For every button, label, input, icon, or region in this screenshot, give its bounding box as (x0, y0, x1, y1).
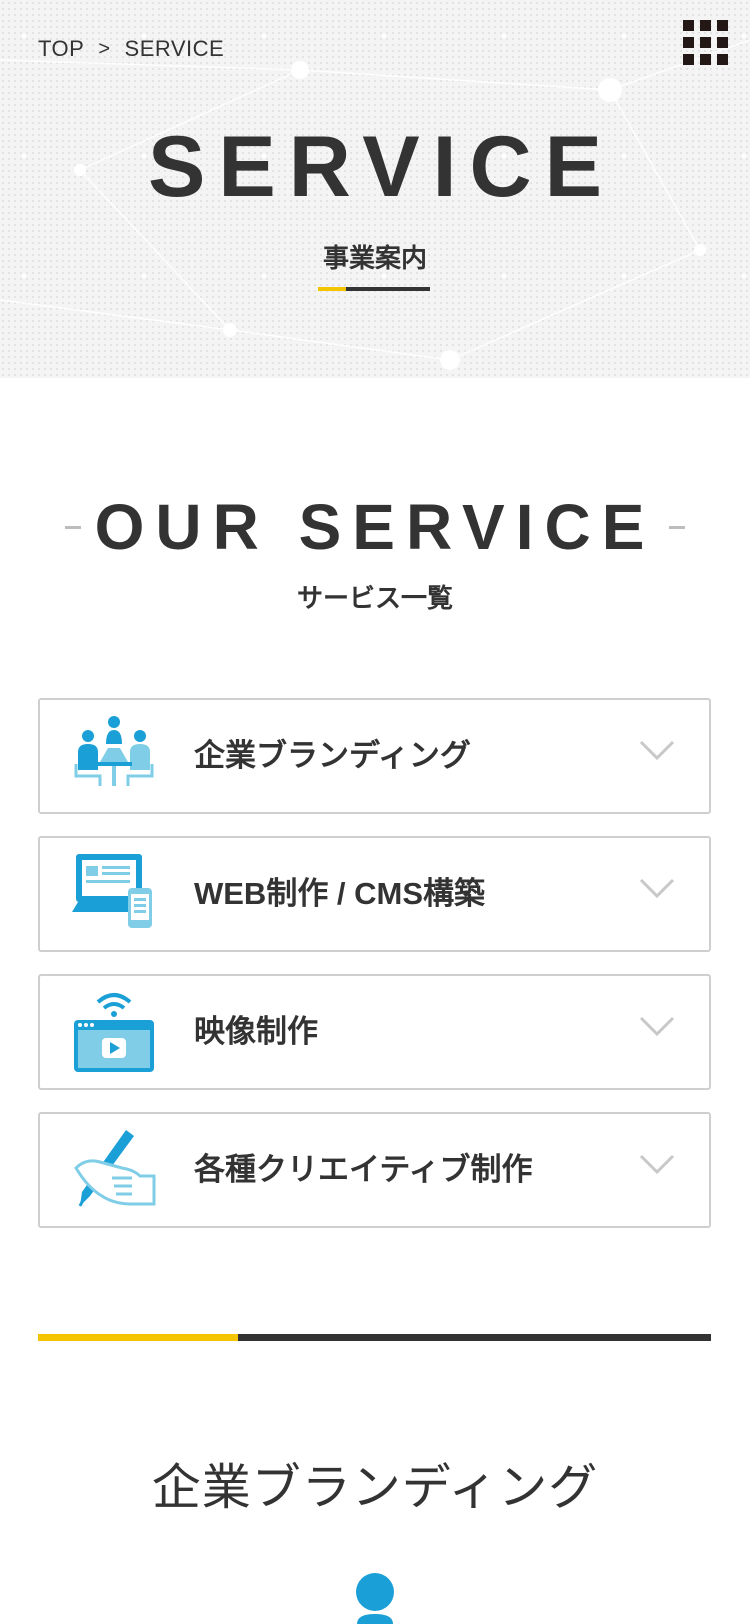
breadcrumb-separator: > (98, 37, 111, 60)
section-title: OUR SERVICE (94, 491, 656, 563)
breadcrumb-home-link[interactable]: TOP (38, 36, 84, 62)
service-label: 企業ブランディング (194, 738, 471, 773)
title-underline (318, 287, 430, 291)
service-item-web[interactable]: WEB制作 / CMS構築 (38, 836, 711, 952)
chevron-down-icon[interactable] (639, 1154, 675, 1176)
breadcrumb: TOP > SERVICE (38, 36, 224, 62)
service-label: WEB制作 / CMS構築 (194, 876, 486, 911)
title-dash-right (669, 525, 686, 529)
detail-section-title: 企業ブランディング (151, 1461, 599, 1515)
page-title: SERVICE (148, 119, 615, 215)
chevron-down-icon[interactable] (639, 1016, 675, 1038)
service-label: 各種クリエイティブ制作 (194, 1152, 533, 1187)
service-item-creative[interactable]: 各種クリエイティブ制作 (38, 1112, 711, 1228)
breadcrumb-current: SERVICE (124, 36, 225, 61)
service-label: 映像制作 (194, 1014, 318, 1049)
section-subtitle: サービス一覧 (296, 583, 453, 613)
title-dash-left (64, 525, 81, 529)
service-item-video[interactable]: 映像制作 (38, 974, 711, 1090)
chevron-down-icon[interactable] (639, 878, 675, 900)
hand-pen-icon (74, 1130, 156, 1207)
page-subtitle: 事業案内 (322, 243, 427, 273)
service-item-branding[interactable]: 企業ブランディング (38, 698, 711, 814)
video-player-icon (74, 993, 154, 1072)
section-title-row: OUR SERVICE (0, 490, 750, 564)
grid-menu-icon[interactable] (683, 20, 731, 68)
section-divider (38, 1334, 711, 1341)
our-service-header: OUR SERVICE サービス一覧 (0, 490, 750, 615)
service-list: 企業ブランディング WEB制作 / CMS構築 映像制作 各種クリエイティブ制作 (38, 698, 711, 1250)
chevron-down-icon[interactable] (639, 740, 675, 762)
person-icon (356, 1573, 394, 1624)
hero-banner: TOP > SERVICE SERVICE 事業案内 (0, 0, 750, 378)
devices-web-icon (72, 854, 152, 928)
meeting-people-icon (74, 716, 154, 786)
